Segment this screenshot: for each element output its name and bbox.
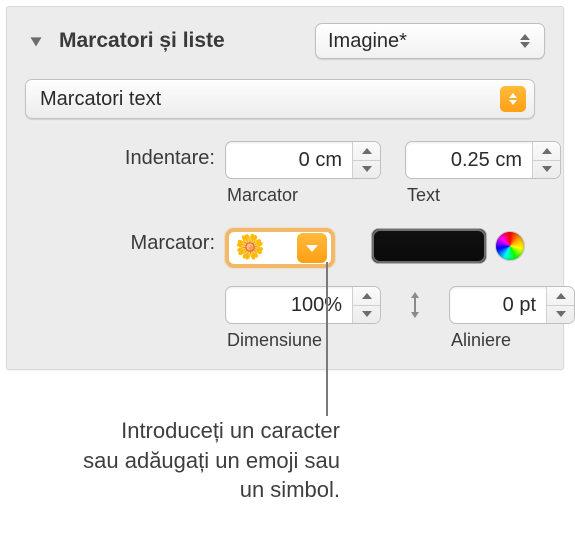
list-style-popup[interactable]: Imagine* [315,23,545,59]
chevron-down-icon [556,311,566,317]
indent-text-group: 0.25 cm Text [405,141,561,206]
bullet-type-value: Marcatori text [40,88,161,111]
bullet-character-popup[interactable]: 🌼 [225,228,335,268]
align-field[interactable]: 0 pt [449,286,575,324]
chevron-down-icon [362,166,372,172]
stepper-buttons[interactable] [352,142,380,178]
bullet-color-well[interactable] [371,228,487,264]
stepper-buttons[interactable] [546,287,574,323]
align-sublabel: Aliniere [449,330,575,351]
step-up-button[interactable] [547,287,574,305]
chevron-up-icon [542,148,552,154]
step-down-button[interactable] [353,160,380,179]
step-down-button[interactable] [533,160,560,179]
size-sublabel: Dimensiune [225,330,381,351]
list-style-value: Imagine* [328,30,407,53]
stepper-buttons[interactable] [532,142,560,178]
indent-marker-sublabel: Marcator [225,185,381,206]
popup-chevron-icon [518,34,532,48]
callout-text: Introduceți un caracter sau adăugați un … [80,416,340,505]
formatting-panel: Marcatori și liste Imagine* Marcatori te… [6,6,564,370]
step-up-button[interactable] [353,287,380,305]
indent-text-field[interactable]: 0.25 cm [405,141,561,179]
step-up-button[interactable] [353,142,380,160]
step-up-button[interactable] [533,142,560,160]
align-group: 0 pt Aliniere [449,286,575,351]
step-down-button[interactable] [547,305,574,324]
indent-label: Indentare: [25,141,225,170]
size-align-row: 100% Dimensiune 0 pt Aliniere [225,286,545,351]
indent-marker-value: 0 cm [226,149,352,172]
indent-row: Indentare: 0 cm Marcator 0.25 cm [25,141,545,206]
indent-text-value: 0.25 cm [406,149,532,172]
bullet-row: Marcator: 🌼 [25,228,545,268]
size-value: 100% [226,294,352,317]
chevron-up-icon [556,293,566,299]
indent-marker-field[interactable]: 0 cm [225,141,381,179]
align-value: 0 pt [450,294,546,317]
bullet-character-value: 🌼 [235,236,265,260]
disclosure-triangle-icon[interactable] [25,30,47,52]
popup-dropdown-icon [297,233,327,263]
indent-text-sublabel: Text [405,185,561,206]
align-baseline-icon [403,286,427,324]
chevron-up-icon [362,293,372,299]
size-field[interactable]: 100% [225,286,381,324]
bullet-label: Marcator: [25,228,225,255]
popup-chevron-icon [500,86,526,112]
section-title: Marcatori și liste [59,29,225,53]
section-header: Marcatori și liste Imagine* [25,17,545,65]
chevron-up-icon [362,148,372,154]
color-picker-icon[interactable] [495,231,525,261]
chevron-down-icon [542,166,552,172]
bullet-color-group [371,228,525,264]
callout-leader-line [326,262,328,416]
stepper-buttons[interactable] [352,287,380,323]
indent-marker-group: 0 cm Marcator [225,141,381,206]
bullet-type-popup[interactable]: Marcatori text [25,79,535,119]
chevron-down-icon [362,311,372,317]
step-down-button[interactable] [353,305,380,324]
size-group: 100% Dimensiune [225,286,381,351]
